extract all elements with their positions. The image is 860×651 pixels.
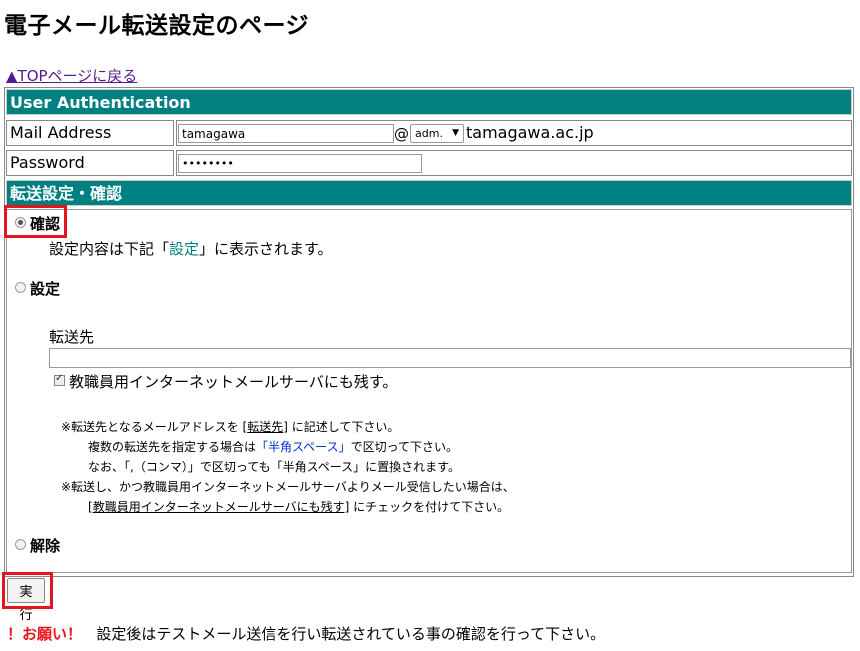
password-input[interactable]: [178, 154, 422, 173]
note-line-3: なお、「,（コンマ）」で区切っても「半角スペース」に置換されます。: [88, 460, 460, 474]
keep-on-server-checkbox[interactable]: [54, 373, 65, 386]
note2-blue: 「半角スペース」: [256, 440, 351, 454]
warning-message: ！お願い！ 設定後はテストメール送信を行い転送されている事の確認を行って下さい。: [7, 623, 605, 644]
mail-address-label: Mail Address: [6, 120, 174, 146]
note-line-4: ※転送し、かつ教職員用インターネットメールサーバよりメール受信したい場合は、: [61, 480, 515, 494]
note5-link: 教職員用インターネットメールサーバにも残す: [92, 500, 345, 514]
radio-release[interactable]: [15, 539, 26, 550]
confirm-highlight-box: [4, 205, 67, 238]
warning-prefix: ！お願い！: [7, 625, 83, 643]
confirm-desc-link: 設定: [169, 240, 200, 258]
forward-destination-label: 転送先: [49, 328, 95, 346]
forward-destination-input[interactable]: [49, 348, 851, 368]
note2-pre: 複数の転送先を指定する場合は: [88, 440, 257, 454]
confirm-description: 設定内容は下記「設定」に表示されます。: [49, 238, 333, 259]
note-line-2: 複数の転送先を指定する場合は「半角スペース」で区切って下さい。: [88, 438, 458, 455]
note5-post: ] にチェックを付けて下さい。: [344, 500, 510, 514]
confirm-desc-post: 」に表示されます。: [199, 240, 333, 258]
confirm-desc-pre: 設定内容は下記「: [49, 240, 170, 258]
domain-select[interactable]: adm. ▼: [410, 124, 464, 143]
mail-user-input[interactable]: [178, 124, 394, 143]
note2-post: で区切って下さい。: [350, 440, 458, 454]
back-to-top-link[interactable]: ▲TOPページに戻る: [6, 65, 137, 86]
domain-select-value: adm.: [415, 127, 443, 140]
radio-set[interactable]: [15, 282, 26, 293]
at-sign: @: [394, 125, 409, 143]
domain-text: tamagawa.ac.jp: [466, 123, 594, 142]
keep-on-server-label[interactable]: 教職員用インターネットメールサーバにも残す。: [69, 371, 397, 392]
note1-pre: ※転送先となるメールアドレスを [: [61, 420, 248, 434]
password-label: Password: [6, 150, 174, 176]
dropdown-arrow-icon: ▼: [452, 128, 459, 138]
warning-text: 設定後はテストメール送信を行い転送されている事の確認を行って下さい。: [96, 625, 606, 643]
forward-section-header: 転送設定・確認: [6, 180, 852, 206]
release-option-label[interactable]: 解除: [30, 535, 60, 556]
note1-link: 転送先: [247, 420, 284, 434]
note-line-5: [教職員用インターネットメールサーバにも残す] にチェックを付けて下さい。: [88, 498, 509, 515]
auth-section-header: User Authentication: [6, 89, 852, 115]
note-line-1: ※転送先となるメールアドレスを [転送先] に記述して下さい。: [61, 418, 399, 435]
run-highlight-box: [2, 572, 53, 609]
note1-post: ] に記述して下さい。: [283, 420, 400, 434]
page-title: 電子メール転送設定のページ: [4, 13, 310, 39]
set-option-label[interactable]: 設定: [30, 278, 60, 299]
